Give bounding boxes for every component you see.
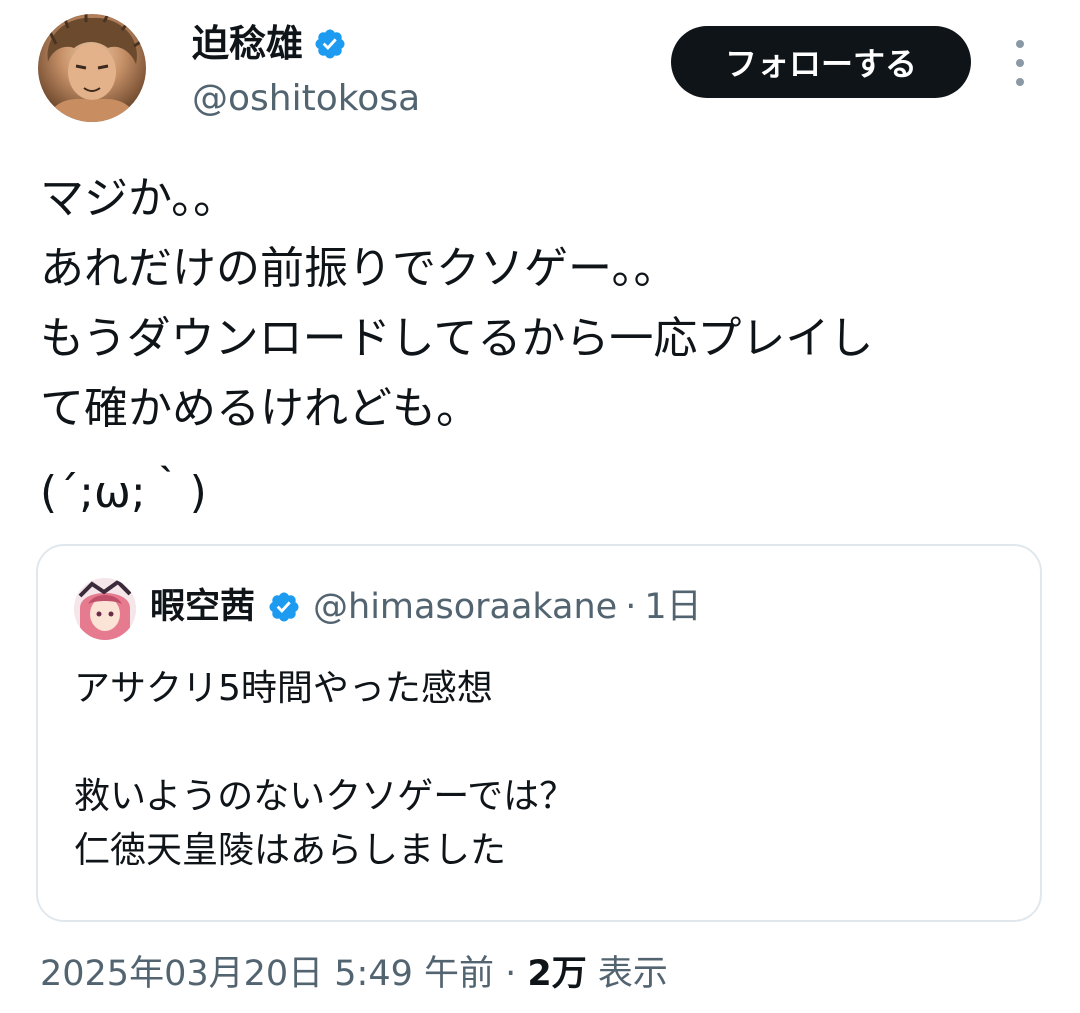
- more-vertical-icon[interactable]: [1006, 40, 1034, 86]
- author-handle[interactable]: @oshitokosa: [192, 76, 420, 122]
- author-name-row[interactable]: 迫稔雄: [192, 20, 347, 68]
- tweet-meta: 2025年03月20日 5:49 午前 · 2万 表示: [40, 950, 668, 998]
- tweet-text: マジか。。 あれだけの前振りでクソゲー。。 もうダウンロードしてるから一応プレイ…: [40, 164, 1050, 528]
- quoted-line: 仁徳天皇陵はあらしました: [74, 830, 507, 871]
- quoted-display-name[interactable]: 暇空茜: [150, 584, 255, 630]
- tweet-line: もうダウンロードしてるから一応プレイし: [40, 313, 874, 364]
- views-count[interactable]: 2万: [527, 954, 586, 994]
- verified-badge-icon: [315, 29, 345, 59]
- quoted-author-avatar[interactable]: [74, 578, 136, 640]
- quoted-line: 救いようのないクソゲーでは？: [74, 776, 576, 817]
- quoted-author-row[interactable]: 暇空茜 @himasoraakane · 1日: [150, 584, 702, 630]
- tweet-line: (´;ω;｀): [40, 467, 207, 518]
- separator-dot: ·: [625, 587, 637, 627]
- quoted-tweet-card[interactable]: 暇空茜 @himasoraakane · 1日 アサクリ5時間やった感想 救いよ…: [36, 544, 1042, 922]
- quoted-tweet-text: アサクリ5時間やった感想 救いようのないクソゲーでは？ 仁徳天皇陵はあらしました: [74, 662, 1014, 878]
- tweet-line: あれだけの前振りでクソゲー。。: [40, 243, 678, 294]
- author-display-name[interactable]: 迫稔雄: [192, 20, 303, 68]
- separator-dot: ·: [505, 954, 517, 994]
- author-avatar[interactable]: [38, 14, 146, 122]
- tweet-line: マジか。。: [40, 173, 238, 224]
- views-label: 表示: [597, 954, 668, 994]
- tweet-line: て確かめるけれども。: [40, 383, 480, 434]
- quoted-handle[interactable]: @himasoraakane: [313, 584, 617, 630]
- tweet-timestamp[interactable]: 2025年03月20日 5:49 午前: [40, 954, 494, 994]
- quoted-line: アサクリ5時間やった感想: [74, 668, 493, 709]
- quoted-time[interactable]: 1日: [644, 584, 701, 630]
- follow-button[interactable]: フォローする: [671, 26, 971, 98]
- verified-badge-icon: [269, 592, 299, 622]
